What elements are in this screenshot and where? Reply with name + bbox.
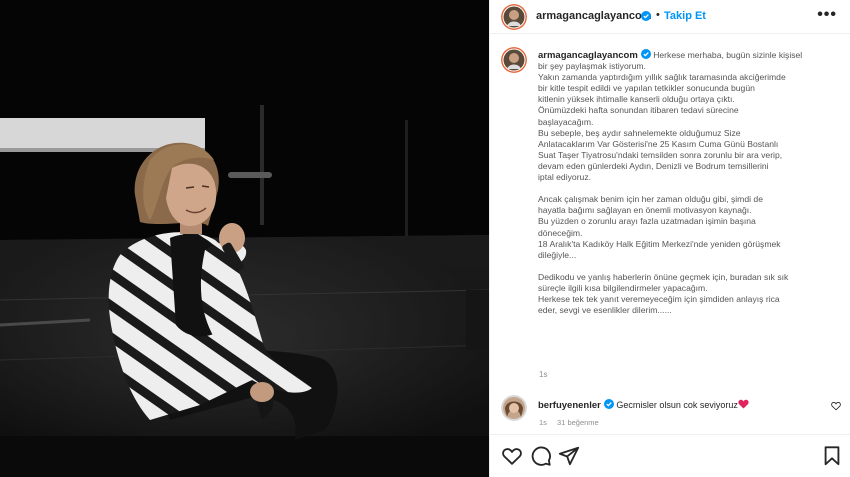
caption-line: Önümüzdeki hafta sonundan itibaren tedav… [538, 105, 739, 116]
caption-line: döneceğim. [538, 227, 583, 238]
comment-likes-count[interactable]: 31 beğenme [557, 418, 599, 427]
author-avatar[interactable] [501, 4, 527, 30]
comment-timestamp[interactable]: 1s [539, 418, 547, 427]
caption-paragraph-gap [538, 261, 838, 272]
caption-timestamp[interactable]: 1s [539, 370, 547, 379]
caption-line: eder, sevgi ve esenlikler dilerim...... [538, 305, 672, 316]
caption-author-avatar[interactable] [501, 47, 527, 73]
share-icon [558, 446, 580, 466]
caption-line: Ancak çalışmak benim için her zaman oldu… [538, 194, 763, 205]
avatar-icon [501, 47, 527, 73]
commenter-username[interactable]: berfuyenenler [538, 400, 601, 411]
bookmark-icon [824, 446, 840, 466]
caption-line: hayatla bağımı sağlayan en önemli motiva… [538, 205, 752, 216]
share-button[interactable] [558, 445, 580, 467]
verified-badge-icon [603, 399, 614, 409]
avatar-icon [501, 395, 527, 421]
caption-line: Suat Taşer Tiyatrosu'ndaki temsilden son… [538, 149, 783, 160]
verified-badge-icon [640, 49, 651, 59]
caption-line: bir şey paylaşmak istiyorum. [538, 61, 646, 72]
post-header: armagancaglayancom • Takip Et ••• [490, 0, 850, 34]
verified-badge-icon [641, 11, 651, 21]
stage-scene [0, 0, 489, 477]
caption-line: Herkese tek tek yanıt veremeyeceğim için… [538, 294, 780, 305]
action-bar [490, 434, 850, 477]
caption-line: kitlenin yüksek ihtimalle kanserli olduğ… [538, 94, 735, 105]
post-sidebar: armagancaglayancom • Takip Et ••• armaga… [489, 0, 850, 477]
commenter-avatar[interactable] [501, 395, 527, 421]
comment-text: Gecmisler olsun cok seviyoruz [616, 400, 738, 410]
caption-line: Bu yüzden o zorunlu arayı fazla uzatmada… [538, 216, 756, 227]
red-heart-emoji-icon [738, 399, 749, 409]
caption-line: Yakın zamanda yaptırdığım yıllık sağlık … [538, 72, 786, 83]
caption-author[interactable]: armagancaglayancom [538, 50, 638, 61]
heart-icon [502, 448, 522, 465]
comment-heart-icon[interactable] [831, 401, 841, 411]
caption-line: bir kitle tespit edildi ve yapılan tetki… [538, 83, 755, 94]
caption-line: Herkese merhaba, bugün sizinle kişisel [653, 50, 803, 60]
post-photo[interactable] [0, 0, 489, 477]
avatar-icon [501, 4, 527, 30]
caption-paragraph-gap [538, 183, 838, 194]
caption-line: devam eden günlerdeki Aydın, Denizli ve … [538, 160, 769, 171]
caption-line: başlayacağım. [538, 116, 594, 127]
author-username[interactable]: armagancaglayancom [536, 10, 652, 22]
comment-icon [531, 446, 551, 466]
save-button[interactable] [821, 445, 843, 467]
comment-meta: 1s 31 beğenme [539, 418, 607, 427]
separator-dot: • [656, 9, 660, 21]
caption-line: iptal ediyoruz. [538, 172, 592, 183]
caption-line: süreçle ilgili kısa bilgilendirmeler yap… [538, 282, 708, 293]
caption-line: Dedikodu ve yanlış haberlerin önüne geçm… [538, 271, 789, 282]
comment-button[interactable] [530, 445, 552, 467]
comment-body: berfuyenenler Gecmisler olsun cok seviyo… [538, 399, 749, 411]
caption-line: Anlatacaklarım Var Gösterisi'ne 25 Kasım… [538, 138, 779, 149]
like-button[interactable] [501, 445, 523, 467]
more-options-icon[interactable]: ••• [817, 6, 837, 24]
caption-line: dileğiyle... [538, 249, 577, 260]
caption-text: armagancaglayancom Herkese merhaba, bugü… [538, 49, 838, 316]
comments-area[interactable]: armagancaglayancom Herkese merhaba, bugü… [490, 34, 850, 434]
caption-line: Bu sebeple, beş aydır sahnelemekte olduğ… [538, 127, 741, 138]
caption-line: 18 Aralık'ta Kadıköy Halk Eğitim Merkezi… [538, 238, 781, 249]
follow-button[interactable]: Takip Et [664, 10, 706, 22]
